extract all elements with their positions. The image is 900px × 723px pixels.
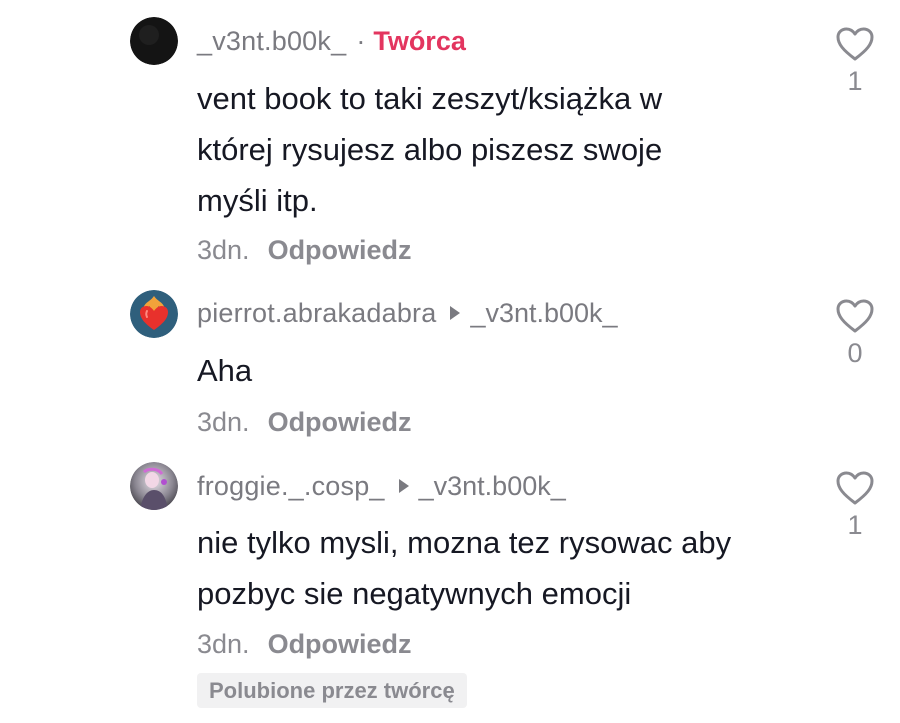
comment-text-line: której rysujesz albo piszesz swoje [197, 132, 663, 167]
comment-text-line: vent book to taki zeszyt/książka w [197, 81, 663, 116]
comment-text-line: myśli itp. [197, 183, 318, 218]
reply-arrow-icon [398, 479, 409, 493]
like-count: 0 [847, 338, 863, 368]
heart-icon[interactable] [835, 26, 875, 62]
flaming-heart-avatar-icon [130, 290, 178, 338]
photo-avatar-icon [130, 462, 178, 510]
like-group: 1 [830, 26, 880, 97]
comment-meta: 3dn. Odpowiedz [197, 627, 412, 661]
reply-button[interactable]: Odpowiedz [268, 407, 412, 438]
timestamp: 3dn. [197, 628, 250, 659]
comment-text: nie tylko mysli, mozna tez rysowac aby p… [197, 517, 757, 619]
comment-header: pierrot.abrakadabra _v3nt.b00k_ [197, 295, 618, 331]
comment-text: vent book to taki zeszyt/książka w które… [197, 73, 757, 226]
reply-target-username[interactable]: _v3nt.b00k_ [470, 298, 617, 329]
creator-badge: Twórca [373, 25, 466, 56]
user-avatar[interactable] [130, 462, 178, 510]
like-count: 1 [847, 510, 863, 540]
liked-by-creator-badge: Polubione przez twórcę [197, 673, 467, 708]
timestamp: 3dn. [197, 406, 250, 437]
reply-button[interactable]: Odpowiedz [268, 235, 412, 266]
comment-text-line: nie tylko mysli, mozna tez rysowac aby [197, 525, 732, 560]
comment-text-line: Aha [197, 353, 253, 388]
like-count: 1 [847, 66, 863, 96]
dark-avatar-icon [130, 17, 178, 65]
user-avatar[interactable] [130, 290, 178, 338]
username[interactable]: pierrot.abrakadabra [197, 298, 436, 329]
like-group: 0 [830, 298, 880, 369]
comment-header: _v3nt.b00k_ · Twórca [197, 23, 466, 59]
user-avatar[interactable] [130, 17, 178, 65]
heart-icon[interactable] [835, 298, 875, 334]
reply-button[interactable]: Odpowiedz [268, 629, 412, 660]
username[interactable]: _v3nt.b00k_ [197, 26, 346, 57]
separator-dot: · [356, 25, 366, 56]
comment-text-line: pozbyc sie negatywnych emocji [197, 576, 632, 611]
reply-target-username[interactable]: _v3nt.b00k_ [419, 471, 566, 502]
username[interactable]: froggie._.cosp_ [197, 471, 385, 502]
reply-arrow-icon [450, 306, 461, 320]
timestamp: 3dn. [197, 234, 250, 265]
like-group: 1 [830, 470, 880, 541]
comment-header: froggie._.cosp_ _v3nt.b00k_ [197, 468, 566, 504]
comment-text: Aha [197, 345, 757, 396]
heart-icon[interactable] [835, 470, 875, 506]
comment-meta: 3dn. Odpowiedz [197, 233, 412, 267]
comment-meta: 3dn. Odpowiedz [197, 405, 412, 439]
